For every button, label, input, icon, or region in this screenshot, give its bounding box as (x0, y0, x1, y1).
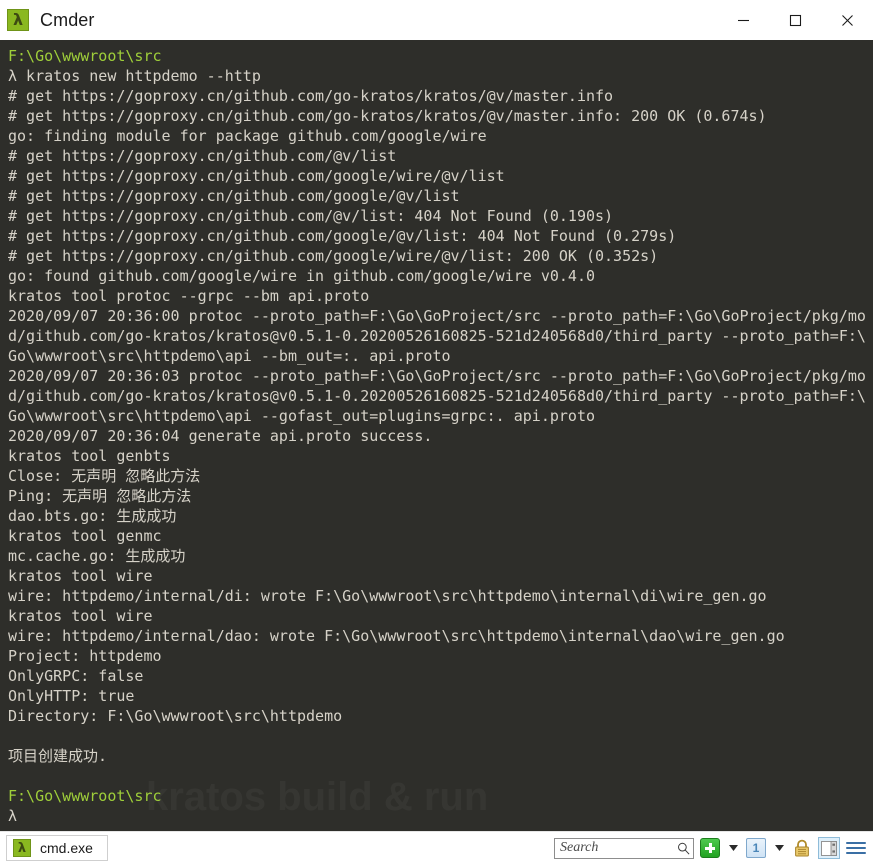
search-input[interactable] (560, 840, 677, 856)
lambda-icon: λ (13, 839, 31, 857)
terminal-lines: F:\Go\wwwroot\src λ kratos new httpdemo -… (0, 46, 873, 826)
terminal-line: Ping: 无声明 忽略此方法 (8, 487, 192, 505)
terminal-line: Project: httpdemo (8, 647, 162, 665)
terminal-line: Close: 无声明 忽略此方法 (8, 467, 201, 485)
terminal-line: λ kratos new httpdemo --http (8, 67, 261, 85)
tab-label: cmd.exe (40, 840, 93, 856)
chevron-down-icon (774, 845, 784, 851)
terminal-line: wire: httpdemo/internal/di: wrote F:\Go\… (8, 587, 767, 605)
terminal-line: 项目创建成功. (8, 747, 108, 765)
status-bar-tools: 1 (554, 837, 873, 859)
terminal-line: F:\Go\wwwroot\src (8, 47, 162, 65)
window-title: Cmder (40, 9, 95, 30)
maximize-button[interactable] (769, 0, 821, 40)
terminal-line: 2020/09/07 20:36:04 generate api.proto s… (8, 427, 433, 445)
tab-cmd-exe[interactable]: λ cmd.exe (6, 835, 108, 861)
menu-button[interactable] (845, 837, 867, 859)
title-bar-identity: λ Cmder (0, 9, 95, 31)
terminal-line: go: found github.com/google/wire in gith… (8, 267, 595, 285)
tab-strip: λ cmd.exe (0, 835, 108, 861)
cmder-window: λ Cmder kratos build (0, 0, 873, 864)
minimize-button[interactable] (717, 0, 769, 40)
new-console-button[interactable] (699, 837, 721, 859)
active-console-button[interactable]: 1 (745, 837, 767, 859)
lock-button[interactable] (791, 837, 813, 859)
terminal-line: # get https://goproxy.cn/github.com/goog… (8, 167, 505, 185)
terminal-line: dao.bts.go: 生成成功 (8, 507, 177, 525)
terminal-line: mc.cache.go: 生成成功 (8, 547, 186, 565)
new-console-dropdown[interactable] (726, 837, 740, 859)
toggle-panel-button[interactable] (818, 837, 840, 859)
minimize-icon (737, 19, 749, 21)
chevron-down-icon (728, 845, 738, 851)
terminal-line: # get https://goproxy.cn/github.com/@v/l… (8, 207, 614, 225)
terminal-line: 2020/09/07 20:36:00 protoc --proto_path=… (8, 307, 866, 325)
terminal-line: # get https://goproxy.cn/github.com/goog… (8, 247, 659, 265)
terminal-line: λ (8, 807, 18, 825)
terminal-line: # get https://goproxy.cn/github.com/go-k… (8, 107, 767, 125)
terminal-line: go: finding module for package github.co… (8, 127, 487, 145)
terminal-line: OnlyGRPC: false (8, 667, 144, 685)
active-console-dropdown[interactable] (772, 837, 786, 859)
terminal-line: wire: httpdemo/internal/dao: wrote F:\Go… (8, 627, 785, 645)
terminal-line: # get https://goproxy.cn/github.com/goog… (8, 187, 460, 205)
green-plus-icon (700, 838, 720, 858)
terminal-line: kratos tool genbts (8, 447, 171, 465)
terminal-line: # get https://goproxy.cn/github.com/@v/l… (8, 147, 397, 165)
status-bar: λ cmd.exe 1 (0, 831, 873, 864)
close-button[interactable] (821, 0, 873, 40)
terminal-line: F:\Go\wwwroot\src (8, 787, 162, 805)
terminal-line: Go\wwwroot\src\httpdemo\api --bm_out=:. … (8, 347, 451, 365)
panel-glyph-icon (821, 840, 837, 856)
terminal-line: Go\wwwroot\src\httpdemo\api --gofast_out… (8, 407, 595, 425)
close-icon (841, 14, 853, 26)
terminal-line: kratos tool genmc (8, 527, 162, 545)
panel-icon (818, 837, 840, 859)
terminal-line: # get https://goproxy.cn/github.com/go-k… (8, 87, 614, 105)
terminal-line: kratos tool wire (8, 607, 153, 625)
maximize-icon (789, 14, 801, 26)
terminal-line: Directory: F:\Go\wwwroot\src\httpdemo (8, 707, 343, 725)
terminal-line: # get https://goproxy.cn/github.com/goog… (8, 227, 677, 245)
terminal-line: d/github.com/go-kratos/kratos@v0.5.1-0.2… (8, 327, 866, 345)
lock-icon (795, 839, 809, 856)
terminal-line: d/github.com/go-kratos/kratos@v0.5.1-0.2… (8, 387, 866, 405)
terminal-line: 2020/09/07 20:36:03 protoc --proto_path=… (8, 367, 866, 385)
terminal-line: kratos tool wire (8, 567, 153, 585)
window-controls (717, 0, 873, 40)
search-icon (677, 842, 690, 854)
console-number-icon: 1 (746, 838, 766, 858)
lambda-icon: λ (7, 9, 29, 31)
terminal-output-area[interactable]: kratos build & run F:\Go\wwwroot\srcλ kr… (0, 40, 873, 831)
terminal-line: kratos tool protoc --grpc --bm api.proto (8, 287, 370, 305)
terminal-line: OnlyHTTP: true (8, 687, 135, 705)
title-bar: λ Cmder (0, 0, 873, 40)
hamburger-icon (846, 839, 866, 857)
search-box[interactable] (554, 837, 694, 859)
